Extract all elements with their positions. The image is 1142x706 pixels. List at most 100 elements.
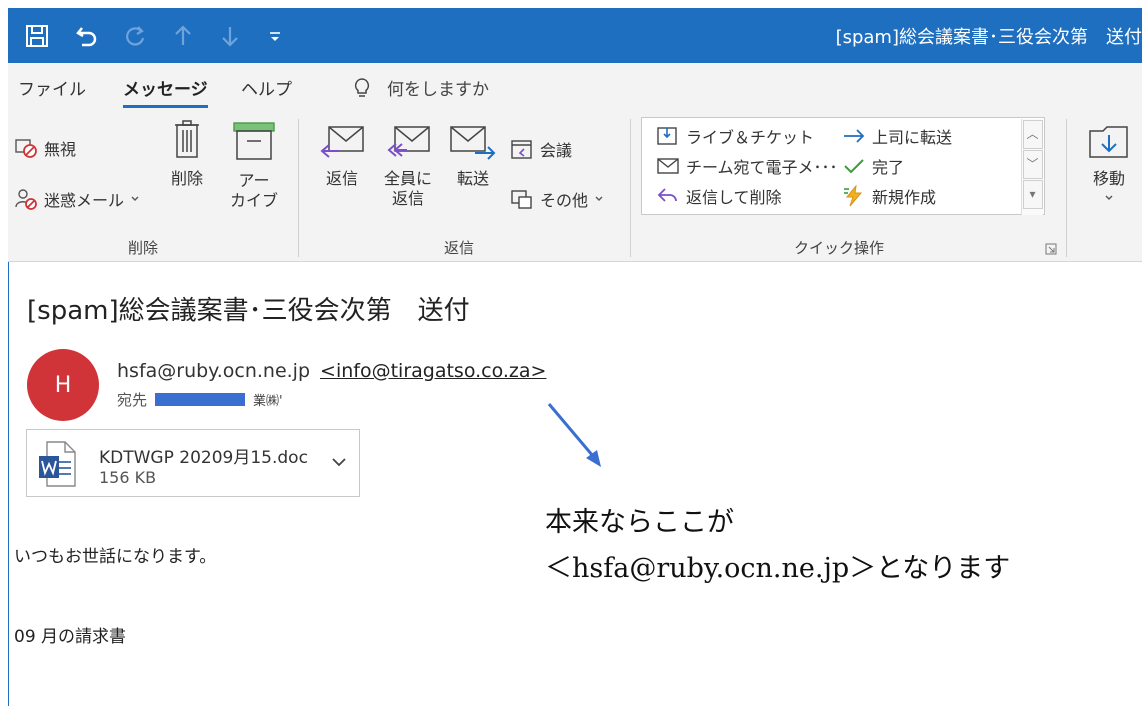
quick-step-label: 上司に転送 <box>872 128 953 147</box>
tell-me-label: 何をしますか <box>387 80 489 100</box>
scroll-up-icon[interactable]: ︿ <box>1022 120 1043 149</box>
ignore-button[interactable]: 無視 <box>14 136 76 160</box>
annotation-arrow <box>547 403 601 467</box>
avatar: H <box>27 349 99 421</box>
move-icon <box>1089 126 1128 158</box>
quick-step-label: 完了 <box>872 158 905 177</box>
window-title: [spam]総会議案書･三役会次第 送付 <box>835 27 1142 48</box>
move-label: 移動 <box>1092 169 1125 188</box>
sender-line: hsfa@ruby.ocn.ne.jp <info@tiragatso.co.za… <box>117 360 546 382</box>
quick-step-item[interactable]: 上司に転送 <box>842 124 952 148</box>
reply-all-icon <box>387 126 430 157</box>
undo-icon[interactable] <box>70 20 104 52</box>
chevron-down-icon <box>131 196 139 201</box>
tell-me-search[interactable]: 何をしますか <box>353 75 489 100</box>
meeting-button[interactable]: 会議 <box>510 137 572 161</box>
more-dropdown-icon[interactable]: ▾ <box>1022 180 1043 209</box>
archive-button[interactable]: アー カイブ <box>226 121 282 211</box>
ribbon-divider <box>630 119 631 257</box>
forward-icon <box>450 126 496 160</box>
attachment-size: 156 KB <box>99 468 157 487</box>
quick-steps-gallery: ライブ＆チケット 上司に転送 チーム宛て電子メ･･･ 完了 返信して削除 新規作… <box>641 117 1045 215</box>
title-bar: [spam]総会議案書･三役会次第 送付 <box>8 8 1142 63</box>
annotation-line-1: 本来ならここが <box>545 507 734 538</box>
tab-help[interactable]: ヘルプ <box>241 75 292 100</box>
redo-icon[interactable] <box>118 20 152 52</box>
menu-bar: ファイル メッセージ ヘルプ 何をしますか <box>8 63 1142 109</box>
forward-label: 転送 <box>456 169 489 188</box>
respond-group-label: 返信 <box>444 239 475 257</box>
word-document-icon <box>39 441 76 487</box>
reply-delete-icon <box>657 188 677 202</box>
sender-address[interactable]: <info@tiragatso.co.za> <box>320 360 546 382</box>
chevron-down-icon[interactable] <box>329 452 349 472</box>
quick-steps-group-label: クイック操作 <box>794 239 885 257</box>
body-invoice-line: 09 月の請求書 <box>14 627 127 647</box>
body-greeting: いつもお世話になります。 <box>14 547 217 567</box>
reply-icon <box>320 126 364 158</box>
junk-label: 迷惑メール <box>44 191 125 210</box>
message-subject: [spam]総会議案書･三役会次第 送付 <box>27 296 470 326</box>
ignore-icon <box>15 139 37 158</box>
customize-icon[interactable] <box>258 20 292 52</box>
forward-button[interactable]: 転送 <box>446 123 500 189</box>
chevron-down-icon <box>595 196 603 201</box>
live-ticket-icon <box>657 127 677 145</box>
avatar-initial: H <box>54 372 72 398</box>
ribbon: 無視 迷惑メール 削除 アー カイブ 削除 返信 全員に 返信 転送 会議 その… <box>8 109 1142 262</box>
recipient-line: 宛先 業㈱' <box>117 389 283 410</box>
quick-step-label: ライブ＆チケット <box>686 128 815 147</box>
attachment-name: KDTWGP 20209月15.doc <box>99 448 308 468</box>
scroll-down-icon[interactable]: ﹀ <box>1022 150 1043 179</box>
ribbon-divider <box>298 119 299 257</box>
meeting-label: 会議 <box>540 141 573 160</box>
chevron-down-icon <box>1105 195 1113 200</box>
quick-step-item[interactable]: 返信して削除 <box>656 184 782 208</box>
junk-button[interactable]: 迷惑メール <box>14 187 140 211</box>
delete-group-label: 削除 <box>128 239 159 257</box>
archive-label-1: アー <box>238 171 270 190</box>
to-label: 宛先 <box>117 391 148 409</box>
save-icon[interactable] <box>20 20 54 52</box>
calendar-icon <box>511 140 532 159</box>
reply-all-label-2: 返信 <box>391 189 424 208</box>
sender-name[interactable]: hsfa@ruby.ocn.ne.jp <box>117 360 310 382</box>
junk-icon <box>15 189 37 210</box>
move-button[interactable]: 移動 <box>1082 121 1136 203</box>
archive-label-2: カイブ <box>229 191 278 210</box>
reply-label: 返信 <box>325 169 358 188</box>
mail-icon <box>657 158 679 174</box>
quick-step-item[interactable]: 完了 <box>842 154 904 178</box>
delete-button[interactable]: 削除 <box>165 119 209 189</box>
reading-pane-border <box>8 262 9 706</box>
dialog-launcher-icon[interactable] <box>1045 243 1057 255</box>
reply-all-button[interactable]: 全員に 返信 <box>380 123 436 209</box>
more-label: その他 <box>540 191 589 210</box>
trash-icon <box>175 120 199 158</box>
up-icon[interactable] <box>166 20 200 52</box>
more-button[interactable]: その他 <box>510 187 604 211</box>
ignore-label: 無視 <box>44 140 77 159</box>
quick-step-item[interactable]: 新規作成 <box>842 184 936 208</box>
attachment-card[interactable]: KDTWGP 20209月15.doc 156 KB <box>26 429 360 497</box>
quick-step-label: 返信して削除 <box>686 188 782 207</box>
reply-button[interactable]: 返信 <box>316 123 368 189</box>
archive-icon <box>233 122 275 160</box>
quick-steps-scrollbar[interactable]: ︿ ﹀ ▾ <box>1021 119 1043 215</box>
ribbon-divider <box>1066 119 1067 257</box>
lightning-icon <box>844 185 863 207</box>
reply-all-label-1: 全員に <box>383 169 432 188</box>
more-icon <box>511 190 532 209</box>
quick-step-label: 新規作成 <box>872 188 937 207</box>
checkmark-icon <box>844 159 864 174</box>
delete-label: 削除 <box>170 169 203 188</box>
quick-step-label: チーム宛て電子メ･･･ <box>686 158 838 177</box>
recipient-suffix: 業㈱' <box>253 394 283 409</box>
quick-step-item[interactable]: ライブ＆チケット <box>656 124 814 148</box>
tab-file[interactable]: ファイル <box>18 75 86 100</box>
lightbulb-icon <box>354 77 370 97</box>
tab-message[interactable]: メッセージ <box>123 75 208 108</box>
quick-step-item[interactable]: チーム宛て電子メ･･･ <box>656 154 838 178</box>
arrow-right-icon <box>844 129 865 143</box>
down-icon[interactable] <box>213 20 247 52</box>
